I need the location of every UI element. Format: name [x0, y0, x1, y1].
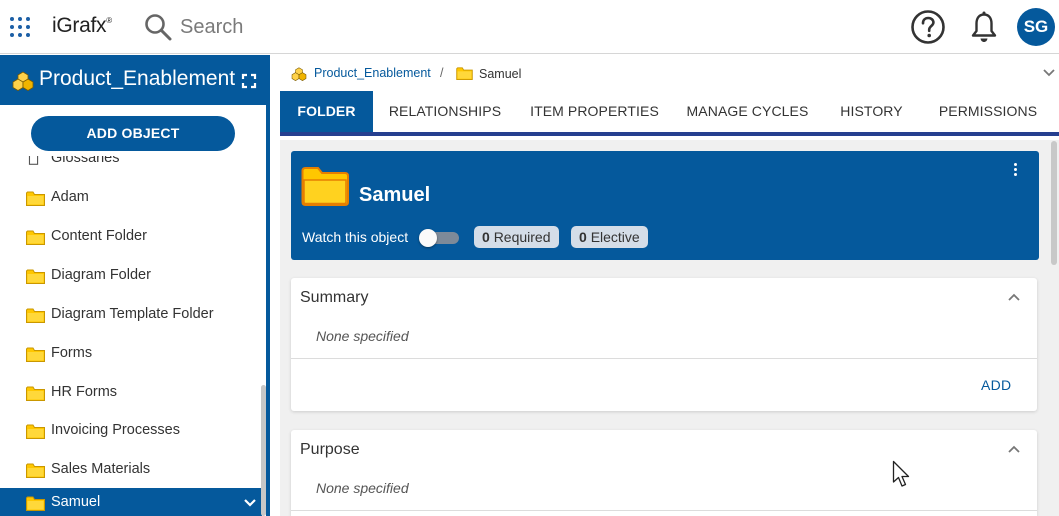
- chevron-up-icon[interactable]: [1008, 293, 1020, 302]
- app-logo[interactable]: iGrafx®: [52, 14, 112, 38]
- tab-item-properties[interactable]: ITEM PROPERTIES: [517, 91, 672, 132]
- divider: [291, 510, 1037, 511]
- breadcrumb-current: Samuel: [479, 67, 522, 81]
- tree-item-sales-materials[interactable]: Sales Materials: [0, 455, 262, 485]
- tree-item-label: Forms: [51, 345, 93, 361]
- folder-icon: [26, 496, 45, 511]
- tree-item-diagram-template-folder[interactable]: Diagram Template Folder: [0, 300, 262, 330]
- purpose-card: Purpose None specified: [291, 430, 1037, 516]
- tree-item-label: Diagram Template Folder: [51, 306, 214, 322]
- object-header: Samuel Watch this object 0 Required 0 El…: [291, 151, 1039, 260]
- object-tabs: FOLDER RELATIONSHIPS ITEM PROPERTIES MAN…: [280, 91, 1059, 136]
- breadcrumb: Product_Enablement / Samuel: [291, 66, 541, 84]
- sidebar: Product_Enablement Glossaries Adam Conte…: [0, 55, 270, 516]
- folder-icon: [26, 463, 45, 478]
- chevron-down-icon[interactable]: [1042, 68, 1056, 78]
- content-scrollbar[interactable]: [1051, 141, 1057, 265]
- breadcrumb-separator: /: [440, 66, 444, 80]
- project-icon: [291, 67, 307, 81]
- tree-item-invoicing-processes[interactable]: Invoicing Processes: [0, 416, 262, 446]
- sidebar-header: Product_Enablement: [0, 55, 266, 105]
- tab-relationships[interactable]: RELATIONSHIPS: [373, 91, 517, 132]
- tab-permissions[interactable]: PERMISSIONS: [920, 91, 1056, 132]
- folder-icon: [26, 424, 45, 439]
- tree-item-hr-forms[interactable]: HR Forms: [0, 378, 262, 408]
- folder-icon: [456, 67, 473, 80]
- folder-icon: [301, 167, 349, 206]
- expand-icon[interactable]: [241, 73, 257, 89]
- tree-item-forms[interactable]: Forms: [0, 339, 262, 369]
- sidebar-scrollbar[interactable]: [261, 385, 266, 516]
- document-icon: [28, 156, 39, 165]
- chevron-down-icon[interactable]: [244, 498, 256, 508]
- folder-icon: [26, 347, 45, 362]
- add-summary-button[interactable]: ADD: [981, 377, 1011, 393]
- elective-badge[interactable]: 0 Elective: [571, 226, 648, 248]
- tab-manage-cycles[interactable]: MANAGE CYCLES: [672, 91, 823, 132]
- tree-item-content-folder[interactable]: Content Folder: [0, 222, 262, 252]
- tree-item-label: Glossaries: [51, 156, 120, 166]
- watch-label: Watch this object: [302, 229, 409, 245]
- tree-item-samuel[interactable]: Samuel: [0, 488, 262, 516]
- summary-card: Summary None specified ADD: [291, 278, 1037, 411]
- top-bar: iGrafx® SG: [0, 0, 1059, 54]
- divider: [291, 358, 1037, 359]
- tree-item-label: Samuel: [51, 494, 101, 510]
- folder-tree: Glossaries Adam Content Folder Diagram F…: [0, 156, 262, 516]
- add-object-button[interactable]: ADD OBJECT: [31, 116, 235, 151]
- card-title: Summary: [300, 289, 369, 306]
- more-options-icon[interactable]: [1010, 163, 1020, 179]
- folder-icon: [26, 386, 45, 401]
- folder-icon: [26, 308, 45, 323]
- chevron-up-icon[interactable]: [1008, 445, 1020, 454]
- folder-icon: [26, 191, 45, 206]
- project-icon: [12, 71, 34, 91]
- tree-item-label: Diagram Folder: [51, 267, 151, 283]
- tree-item-label: Invoicing Processes: [51, 422, 180, 438]
- breadcrumb-project-link[interactable]: Product_Enablement: [314, 66, 431, 80]
- tree-item-label: Content Folder: [51, 228, 147, 244]
- mouse-cursor-icon: [892, 460, 910, 487]
- project-title[interactable]: Product_Enablement: [39, 67, 235, 91]
- tab-folder[interactable]: FOLDER: [280, 91, 373, 132]
- tree-item-label: HR Forms: [51, 384, 118, 400]
- watch-toggle[interactable]: [419, 229, 459, 247]
- folder-icon: [26, 269, 45, 284]
- folder-icon: [26, 230, 45, 245]
- required-badge[interactable]: 0 Required: [474, 226, 559, 248]
- tab-history[interactable]: HISTORY: [823, 91, 920, 132]
- help-icon[interactable]: [910, 9, 946, 45]
- search-input[interactable]: [180, 13, 480, 41]
- tree-item-adam[interactable]: Adam: [0, 183, 262, 213]
- app-launcher-icon[interactable]: [10, 17, 30, 37]
- tree-item-label: Adam: [51, 189, 89, 205]
- notifications-bell-icon[interactable]: [968, 10, 1000, 44]
- tree-item-label: Sales Materials: [51, 461, 151, 477]
- tree-item-glossaries[interactable]: Glossaries: [0, 156, 262, 174]
- card-title: Purpose: [300, 441, 360, 458]
- tree-item-diagram-folder[interactable]: Diagram Folder: [0, 261, 262, 291]
- object-title: Samuel: [359, 184, 431, 206]
- card-value: None specified: [316, 480, 409, 496]
- card-value: None specified: [316, 328, 409, 344]
- user-avatar[interactable]: SG: [1017, 8, 1055, 46]
- search-icon[interactable]: [143, 12, 173, 42]
